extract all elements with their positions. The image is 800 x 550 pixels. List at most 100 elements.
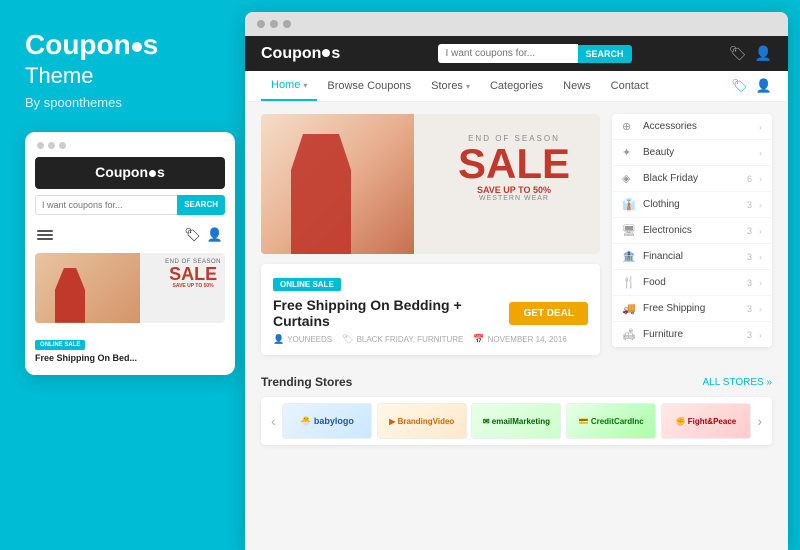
store-logos: 🐣 babylogo ▶ BrandingVideo ✉ emailMarket… bbox=[282, 403, 752, 439]
site-search-input[interactable] bbox=[438, 44, 578, 63]
nav-item-browse-coupons[interactable]: Browse Coupons bbox=[317, 72, 421, 100]
browser-window: Coupons SEARCH 🏷 👤 Home▾ bbox=[245, 12, 788, 550]
site-nav: Home▾ Browse Coupons Stores▾ Categories … bbox=[245, 71, 788, 102]
site-search-button[interactable]: SEARCH bbox=[578, 45, 632, 63]
mobile-coupon-title: Free Shipping On Bed... bbox=[35, 353, 225, 363]
category-accessories[interactable]: ⊕ Accessories › bbox=[612, 114, 772, 140]
mobile-dot-3 bbox=[59, 142, 66, 149]
category-label: Electronics bbox=[643, 225, 740, 236]
brand-name: Coupons bbox=[25, 29, 158, 60]
category-beauty[interactable]: ✦ Beauty › bbox=[612, 140, 772, 166]
coupon-meta-date: 📅 NOVEMBER 14, 2016 bbox=[473, 334, 566, 345]
nav-item-categories[interactable]: Categories bbox=[480, 72, 553, 100]
mobile-user-icon[interactable]: 👤 bbox=[207, 227, 223, 243]
category-label: Beauty bbox=[643, 147, 752, 158]
category-furniture[interactable]: 🛋 Furniture 3 › bbox=[612, 322, 772, 347]
stores-prev-arrow[interactable]: ‹ bbox=[265, 413, 282, 429]
mobile-coupon-badge: ONLINE SALE bbox=[35, 340, 85, 350]
nav-item-news[interactable]: News bbox=[553, 72, 601, 100]
mobile-dot-1 bbox=[37, 142, 44, 149]
mobile-nav-icons: 🏷 👤 bbox=[184, 227, 223, 243]
black-friday-icon: ◈ bbox=[622, 172, 636, 185]
hero-sale-text: SALE bbox=[458, 143, 570, 185]
mobile-banner: END OF SEASON SALE SAVE UP TO 50% bbox=[35, 253, 225, 323]
category-count: 3 bbox=[747, 200, 752, 210]
category-black-friday[interactable]: ◈ Black Friday 6 › bbox=[612, 166, 772, 192]
store-babylogo[interactable]: 🐣 babylogo bbox=[282, 403, 372, 439]
site-logo: Coupons bbox=[261, 45, 340, 63]
mobile-window-controls bbox=[35, 142, 225, 157]
site-user-icon[interactable]: 👤 bbox=[755, 45, 772, 62]
category-arrow-icon: › bbox=[759, 148, 762, 158]
mobile-sale-sub: SAVE UP TO 50% bbox=[165, 283, 221, 289]
mobile-tag-icon[interactable]: 🏷 bbox=[184, 227, 201, 243]
furniture-icon: 🛋 bbox=[622, 328, 636, 341]
home-arrow-icon: ▾ bbox=[303, 81, 307, 90]
category-arrow-icon: › bbox=[759, 200, 762, 210]
hero-figure bbox=[261, 114, 414, 254]
clothing-icon: 👔 bbox=[622, 198, 636, 211]
store-creditcard[interactable]: 💳 CreditCardInc bbox=[566, 403, 656, 439]
nav-item-stores[interactable]: Stores▾ bbox=[421, 72, 480, 100]
nav-user-icon[interactable]: 👤 bbox=[756, 78, 772, 94]
category-arrow-icon: › bbox=[759, 174, 762, 184]
category-financial[interactable]: 🏦 Financial 3 › bbox=[612, 244, 772, 270]
mobile-search-button[interactable]: SEARCH bbox=[177, 195, 225, 215]
category-arrow-icon: › bbox=[759, 304, 762, 314]
store-brandingvideo[interactable]: ▶ BrandingVideo bbox=[377, 403, 467, 439]
coupon-meta-author: 👤 YOUNEEDS bbox=[273, 334, 332, 345]
trending-title: Trending Stores bbox=[261, 375, 352, 389]
site-header: Coupons SEARCH 🏷 👤 bbox=[245, 36, 788, 71]
mobile-hamburger-icon[interactable] bbox=[37, 230, 53, 240]
coupon-title: Free Shipping On Bedding + Curtains bbox=[273, 297, 509, 329]
mobile-banner-text: END OF SEASON SALE SAVE UP TO 50% bbox=[165, 259, 221, 289]
category-count: 3 bbox=[747, 304, 752, 314]
browser-btn-maximize[interactable] bbox=[283, 20, 291, 28]
category-arrow-icon: › bbox=[759, 226, 762, 236]
food-icon: 🍴 bbox=[622, 276, 636, 289]
category-arrow-icon: › bbox=[759, 252, 762, 262]
mobile-search-input[interactable] bbox=[35, 195, 177, 215]
store-fightpeace[interactable]: ✊ Fight&Peace bbox=[661, 403, 751, 439]
nav-item-home[interactable]: Home▾ bbox=[261, 71, 317, 101]
stores-row: ‹ 🐣 babylogo ▶ BrandingVideo ✉ emailMark… bbox=[261, 397, 772, 445]
nav-items: Home▾ Browse Coupons Stores▾ Categories … bbox=[261, 71, 659, 101]
browser-btn-minimize[interactable] bbox=[270, 20, 278, 28]
category-arrow-icon: › bbox=[759, 330, 762, 340]
all-stores-link[interactable]: ALL STORES » bbox=[703, 377, 772, 388]
stores-next-arrow[interactable]: › bbox=[751, 413, 768, 429]
mobile-preview: Coupons SEARCH 🏷 👤 END OF SEASON SALE SA… bbox=[25, 132, 235, 375]
browser-titlebar bbox=[245, 12, 788, 36]
site-tag-icon[interactable]: 🏷 bbox=[729, 45, 747, 62]
nav-item-contact[interactable]: Contact bbox=[601, 72, 659, 100]
mobile-search-bar: SEARCH bbox=[35, 195, 225, 215]
category-electronics[interactable]: 🖥 Electronics 3 › bbox=[612, 218, 772, 244]
category-count: 3 bbox=[747, 278, 752, 288]
category-clothing[interactable]: 👔 Clothing 3 › bbox=[612, 192, 772, 218]
store-emailmarketing[interactable]: ✉ emailMarketing bbox=[471, 403, 561, 439]
get-deal-button[interactable]: GET DEAL bbox=[509, 302, 588, 325]
nav-tag-icon[interactable]: 🏷 bbox=[731, 78, 748, 94]
mobile-nav-bar: 🏷 👤 bbox=[35, 223, 225, 247]
mobile-sale-text: SALE bbox=[165, 265, 221, 283]
category-label: Accessories bbox=[643, 121, 752, 132]
mobile-dot-2 bbox=[48, 142, 55, 149]
hero-banner: END OF SEASON SALE SAVE UP TO 50% WESTER… bbox=[261, 114, 600, 254]
category-count: 6 bbox=[747, 174, 752, 184]
categories-sidebar: ⊕ Accessories › ✦ Beauty › ◈ Black Frida… bbox=[612, 114, 772, 355]
hero-text: END OF SEASON SALE SAVE UP TO 50% WESTER… bbox=[458, 134, 570, 202]
category-count: 3 bbox=[747, 330, 752, 340]
category-free-shipping[interactable]: 🚚 Free Shipping 3 › bbox=[612, 296, 772, 322]
browser-btn-close[interactable] bbox=[257, 20, 265, 28]
stores-arrow-icon: ▾ bbox=[466, 82, 470, 91]
tag-icon: 🏷 bbox=[342, 334, 353, 345]
financial-icon: 🏦 bbox=[622, 250, 636, 263]
right-panel: Coupons SEARCH 🏷 👤 Home▾ bbox=[245, 0, 800, 550]
category-arrow-icon: › bbox=[759, 122, 762, 132]
trending-header: Trending Stores ALL STORES » bbox=[261, 375, 772, 389]
trending-stores-section: Trending Stores ALL STORES » ‹ 🐣 babylog… bbox=[245, 367, 788, 445]
category-food[interactable]: 🍴 Food 3 › bbox=[612, 270, 772, 296]
nav-right-icons: 🏷 👤 bbox=[731, 78, 772, 94]
brand-title: Coupons Theme By spoonthemes bbox=[25, 30, 158, 110]
category-arrow-icon: › bbox=[759, 278, 762, 288]
